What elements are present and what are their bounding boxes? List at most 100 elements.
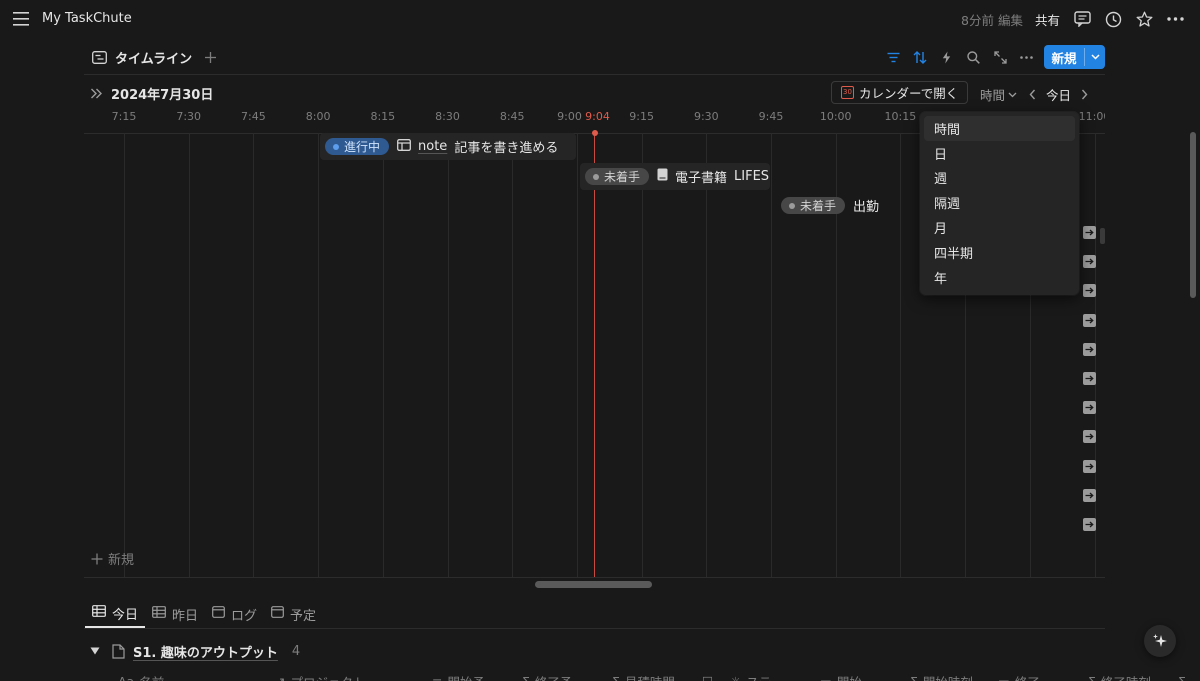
tabs-divider [84, 628, 1105, 629]
open-calendar-button[interactable]: 30 カレンダーで開く [831, 81, 968, 104]
share-button[interactable]: 共有 [1035, 10, 1060, 29]
book-icon [657, 168, 668, 185]
timeline-task-card[interactable]: 未着手 電子書籍 LIFESPAN [580, 163, 770, 190]
arrow-right-icon[interactable] [1083, 226, 1096, 239]
group-title[interactable]: S1. 趣味のアウトプット [133, 642, 278, 661]
calendar-icon: 30 [841, 86, 854, 99]
triangle-down-icon[interactable] [90, 647, 100, 655]
sort-icon[interactable] [907, 47, 934, 67]
arrow-right-icon[interactable] [1083, 401, 1096, 415]
column-header[interactable]: ▭ 終了 [998, 672, 1088, 681]
tab-3[interactable]: 予定 [264, 600, 323, 628]
column-label: 開始時刻 [923, 672, 973, 681]
group-header[interactable]: S1. 趣味のアウトプット 4 [90, 642, 300, 661]
table-icon [92, 605, 106, 621]
view-tab-row: タイムライン [92, 47, 217, 67]
double-chevron-right-icon[interactable] [90, 88, 103, 99]
timeline-date: 2024年7月30日 [111, 87, 214, 103]
column-header[interactable]: ☼ ステー [730, 672, 820, 681]
previous-icon[interactable] [1029, 89, 1036, 100]
new-button-label[interactable]: 新規 [1044, 45, 1084, 69]
tab-label: 今日 [112, 607, 139, 623]
timeline-task-card[interactable]: 未着手 出勤 [776, 192, 896, 219]
timescale-option[interactable]: 月 [924, 215, 1075, 240]
timeline-task-card[interactable]: 進行中 note 記事を書き進める [320, 133, 576, 160]
page-title[interactable]: My TaskChute [42, 11, 132, 26]
time-tick-label: 7:30 [176, 110, 202, 123]
column-header[interactable]: ▭ 開始 [820, 672, 910, 681]
vertical-scrollbar[interactable] [1190, 132, 1196, 298]
arrow-right-icon[interactable] [1083, 517, 1096, 531]
arrow-right-icon[interactable] [1083, 284, 1096, 298]
ai-assistant-button[interactable] [1144, 625, 1176, 657]
column-type-icon: Σ [612, 674, 620, 681]
today-button[interactable]: 今日 [1046, 85, 1071, 104]
window-icon [397, 138, 411, 155]
tab-0[interactable]: 今日 [85, 600, 146, 628]
timeline-add-new[interactable]: 新規 [91, 549, 134, 568]
arrow-right-icon[interactable] [1083, 459, 1096, 473]
column-type-icon: Aa [118, 674, 134, 681]
arrow-right-icon[interactable] [1083, 371, 1096, 385]
grid-line [124, 133, 125, 578]
column-header[interactable]: Σ [1178, 672, 1198, 681]
timescale-select[interactable]: 時間 [980, 85, 1017, 104]
next-icon[interactable] [1081, 89, 1088, 100]
expand-icon[interactable] [987, 47, 1014, 67]
column-header[interactable]: Σ 開始時刻 [910, 672, 998, 681]
view-tab-timeline[interactable]: タイムライン [115, 48, 192, 67]
timescale-option[interactable]: 隔週 [924, 190, 1075, 215]
timescale-option[interactable]: 四半期 [924, 240, 1075, 265]
column-header[interactable]: ≡ 開始予 [432, 672, 522, 681]
star-icon[interactable] [1136, 11, 1153, 28]
table-column-headers: Aa 名前 ↗ プロジェクト ≡ 開始予 Σ 終了予 Σ 見積時間 ☐ ☼ ステー ▭ 開始 Σ 開始時刻 ▭ 終了… [118, 672, 1198, 681]
arrow-right-icon[interactable] [1083, 313, 1096, 327]
timescale-option[interactable]: 時間 [924, 116, 1075, 141]
time-tick-label: 7:15 [111, 110, 137, 123]
grid-line [382, 133, 384, 578]
arrow-right-icon[interactable] [1083, 430, 1096, 444]
grid-line [771, 133, 772, 578]
column-header[interactable]: Aa 名前 [118, 672, 275, 681]
horizontal-scrollbar[interactable] [535, 581, 652, 588]
status-label: 未着手 [800, 199, 837, 213]
chevron-down-icon[interactable] [1085, 45, 1105, 69]
arrow-right-icon[interactable] [1083, 255, 1096, 269]
automation-icon[interactable] [933, 47, 960, 67]
calendar-icon [271, 606, 284, 622]
filter-icon[interactable] [880, 47, 907, 67]
tab-label: ログ [231, 608, 258, 624]
timescale-option[interactable]: 週 [924, 166, 1075, 191]
current-time-label: 9:04 [585, 110, 610, 123]
arrow-right-icon[interactable] [1083, 342, 1096, 356]
new-button[interactable]: 新規 [1044, 45, 1105, 69]
time-tick-label: 8:00 [305, 110, 331, 123]
arrow-right-icon[interactable] [1083, 488, 1096, 502]
more-icon[interactable] [1167, 17, 1184, 21]
time-tick-label: 8:30 [435, 110, 460, 123]
view-more-icon[interactable] [1013, 47, 1040, 67]
column-type-icon: Σ [1088, 674, 1096, 681]
search-icon[interactable] [960, 47, 987, 67]
toolbar-divider [84, 74, 1105, 75]
column-header[interactable]: Σ 終了時刻 [1088, 672, 1178, 681]
column-header[interactable]: Σ 終了予 [522, 672, 612, 681]
timescale-option[interactable]: 日 [924, 141, 1075, 166]
tab-2[interactable]: ログ [205, 600, 264, 628]
column-header[interactable]: ☐ [702, 672, 730, 681]
menu-icon[interactable] [13, 12, 29, 26]
column-header[interactable]: Σ 見積時間 [612, 672, 702, 681]
status-badge: 進行中 [325, 138, 390, 155]
history-icon[interactable] [1105, 11, 1122, 28]
grid-line [576, 133, 578, 578]
comment-icon[interactable] [1074, 11, 1091, 27]
time-tick-label: 11:00 [1078, 110, 1105, 123]
add-view-icon[interactable] [204, 51, 217, 64]
timescale-menu: 時間日週隔週月四半期年 [920, 112, 1079, 295]
column-header[interactable]: ↗ プロジェクト [275, 672, 432, 681]
tab-label: 昨日 [172, 608, 199, 624]
timescale-option[interactable]: 年 [924, 265, 1075, 290]
grid-line [706, 133, 708, 578]
grid-line [641, 133, 643, 578]
tab-1[interactable]: 昨日 [145, 600, 205, 628]
